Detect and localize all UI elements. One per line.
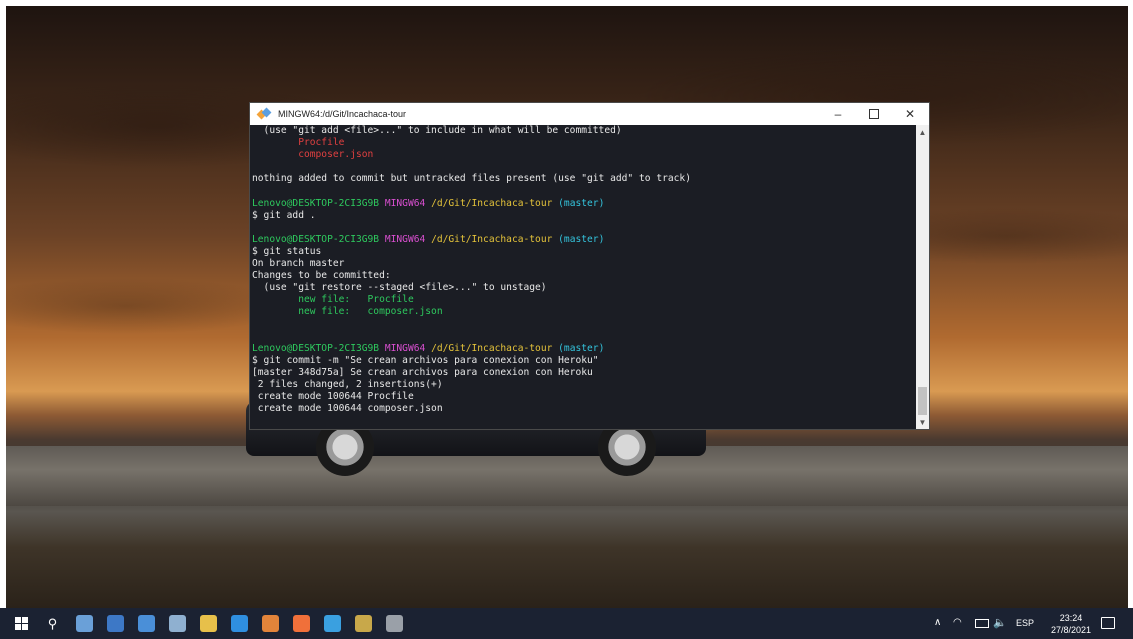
terminal-text: Lenovo@DESKTOP-2CI3G9B	[252, 233, 385, 245]
terminal-line: create mode 100644 Procfile	[252, 391, 916, 403]
terminal-line: On branch master	[252, 258, 916, 270]
clock[interactable]: 23:24 27/8/2021	[1046, 612, 1096, 636]
language-indicator[interactable]: ESP	[1016, 618, 1034, 628]
terminal-text: Procfile	[252, 137, 345, 149]
notes-app-icon[interactable]	[324, 615, 341, 632]
terminal-text: create mode 100644 Procfile	[252, 391, 414, 403]
terminal-output[interactable]: (use "git add <file>..." to include in w…	[250, 125, 916, 429]
terminal-line: Procfile	[252, 137, 916, 149]
database-app-icon[interactable]	[169, 615, 186, 632]
scrollbar-thumb[interactable]	[918, 387, 927, 415]
terminal-line: (use "git add <file>..." to include in w…	[252, 125, 916, 137]
terminal-text: Lenovo@DESKTOP-2CI3G9B	[252, 197, 385, 209]
terminal-line: Lenovo@DESKTOP-2CI3G9B MINGW64 /d/Git/In…	[252, 234, 916, 246]
git-app-icon[interactable]	[262, 615, 279, 632]
terminal-line: nothing added to commit but untracked fi…	[252, 173, 916, 185]
terminal-text: MINGW64	[384, 233, 432, 245]
folder-app-icon[interactable]	[200, 615, 217, 632]
terminal-text: (master)	[558, 233, 605, 245]
terminal-text: /d/Git/Incachaca-tour	[431, 197, 559, 209]
terminal-text: 2 files changed, 2 insertions(+)	[252, 378, 443, 390]
terminal-text: new file: composer.json	[252, 306, 443, 318]
clock-date: 27/8/2021	[1050, 625, 1092, 635]
terminal-line: Changes to be committed:	[252, 270, 916, 282]
terminal-window[interactable]: MINGW64:/d/Git/Incachaca-tour – ✕ (use "…	[250, 103, 929, 429]
firefox-app-icon[interactable]	[293, 615, 310, 632]
terminal-line: Lenovo@DESKTOP-2CI3G9B MINGW64 /d/Git/In…	[252, 343, 916, 355]
scroll-down-icon[interactable]: ▼	[916, 415, 929, 429]
terminal-text: composer.json	[252, 149, 374, 161]
terminal-text: create mode 100644 composer.json	[252, 403, 443, 415]
notification-icon[interactable]	[1101, 617, 1115, 629]
terminal-line: [master 348d75a] Se crean archivos para …	[252, 367, 916, 379]
terminal-text: /d/Git/Incachaca-tour	[431, 342, 559, 354]
terminal-text: (master)	[558, 197, 605, 209]
browser-app-icon[interactable]	[76, 615, 93, 632]
terminal-text: Lenovo@DESKTOP-2CI3G9B	[252, 342, 385, 354]
terminal-text: MINGW64	[384, 197, 432, 209]
maximize-icon	[869, 109, 879, 119]
terminal-text: nothing added to commit but untracked fi…	[252, 173, 691, 185]
terminal-line: $ git add .	[252, 210, 916, 222]
scrollbar[interactable]: ▲ ▼	[916, 125, 929, 429]
window-titlebar[interactable]: MINGW64:/d/Git/Incachaca-tour – ✕	[250, 103, 929, 125]
taskbar: ⚲ ∧ ◠ 🔈 ESP 23:24 27/8/2021	[0, 608, 1133, 639]
terminal-text: $ git commit -m "Se crean archivos para …	[252, 354, 599, 366]
battery-icon[interactable]	[975, 619, 989, 628]
terminal-text: /d/Git/Incachaca-tour	[431, 233, 559, 245]
terminal-line: 2 files changed, 2 insertions(+)	[252, 379, 916, 391]
terminal-text: On branch master	[252, 258, 345, 270]
terminal-text: Changes to be committed:	[252, 270, 391, 282]
calendar-app-icon[interactable]	[355, 615, 372, 632]
media-app-icon[interactable]	[138, 615, 155, 632]
terminal-line: Lenovo@DESKTOP-2CI3G9B MINGW64 /d/Git/In…	[252, 198, 916, 210]
terminal-line: $ git status	[252, 246, 916, 258]
terminal-text: new file: Procfile	[252, 294, 414, 306]
volume-icon[interactable]: 🔈	[993, 616, 1007, 629]
mingw-icon	[256, 107, 272, 120]
wifi-icon[interactable]: ◠	[953, 617, 962, 628]
tool-app-icon[interactable]	[386, 615, 403, 632]
terminal-text: (use "git restore --staged <file>..." to…	[252, 282, 547, 294]
terminal-text: $ git status	[252, 245, 322, 257]
clock-time: 23:24	[1059, 613, 1083, 623]
terminal-line: composer.json	[252, 149, 916, 161]
terminal-line: (use "git restore --staged <file>..." to…	[252, 282, 916, 294]
terminal-line: new file: Procfile	[252, 294, 916, 306]
chevron-up-icon[interactable]: ∧	[934, 617, 941, 628]
terminal-text: $ git add .	[252, 209, 316, 221]
terminal-text: [master 348d75a] Se crean archivos para …	[252, 366, 593, 378]
minimize-button[interactable]: –	[820, 103, 856, 125]
terminal-text: (master)	[558, 342, 605, 354]
search-icon[interactable]: ⚲	[44, 615, 61, 632]
terminal-text: MINGW64	[384, 342, 432, 354]
close-button[interactable]: ✕	[892, 103, 928, 125]
terminal-line: $ git commit -m "Se crean archivos para …	[252, 355, 916, 367]
terminal-line: create mode 100644 composer.json	[252, 403, 916, 415]
window-title: MINGW64:/d/Git/Incachaca-tour	[278, 109, 407, 119]
vscode-app-icon[interactable]	[231, 615, 248, 632]
windows-start-icon[interactable]	[13, 615, 30, 632]
save-app-icon[interactable]	[107, 615, 124, 632]
scroll-up-icon[interactable]: ▲	[916, 125, 929, 139]
maximize-button[interactable]	[856, 103, 892, 125]
terminal-line: new file: composer.json	[252, 306, 916, 318]
terminal-text: (use "git add <file>..." to include in w…	[252, 125, 622, 136]
